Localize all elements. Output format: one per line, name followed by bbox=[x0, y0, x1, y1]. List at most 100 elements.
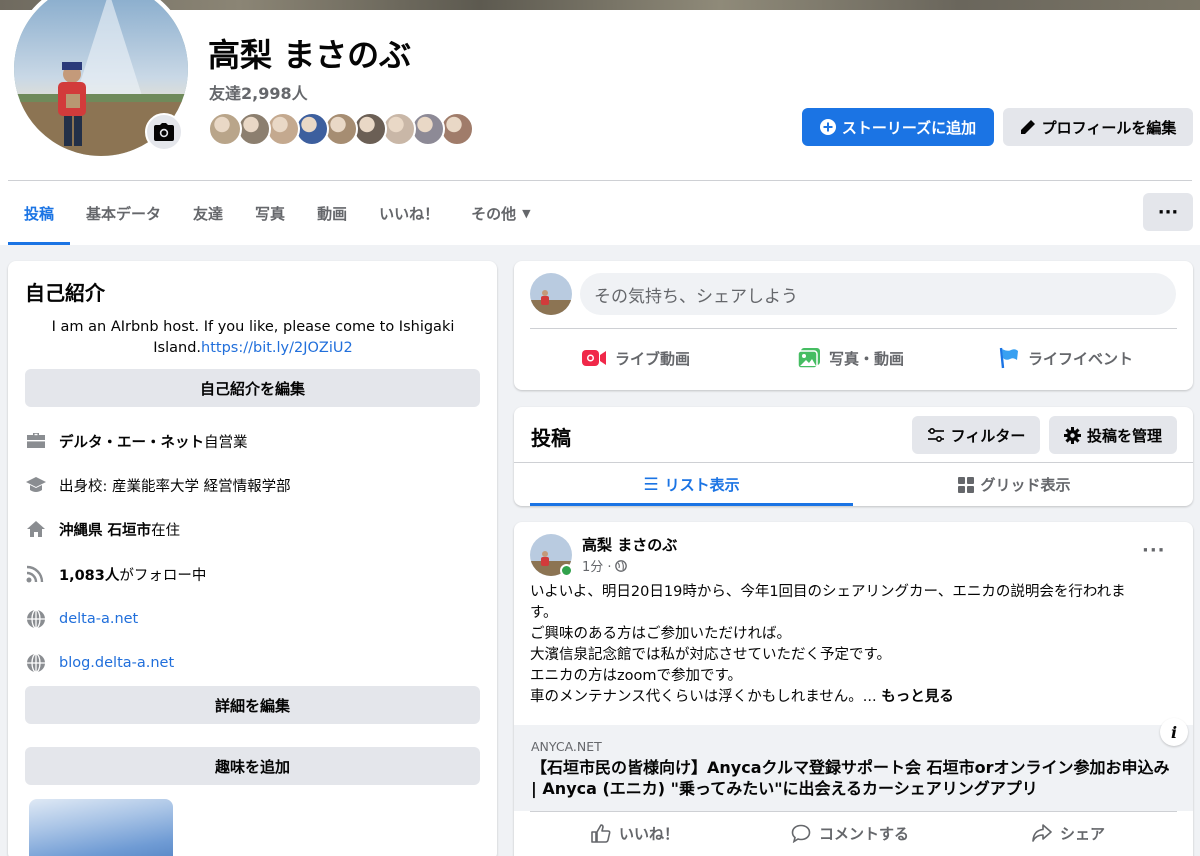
link-preview[interactable]: i ANYCA.NET 【石垣市民の皆様向け】Anycaクルマ登録サポート会 石… bbox=[514, 718, 1193, 811]
cover-photo[interactable] bbox=[0, 0, 1200, 10]
live-video-label: ライブ動画 bbox=[615, 349, 691, 368]
add-hobby-button[interactable]: 趣味を追加 bbox=[25, 747, 480, 785]
life-event-button[interactable]: ライフイベント bbox=[998, 341, 1133, 375]
bio-text: I am an AIrbnb host. If you like, please… bbox=[28, 317, 478, 359]
add-story-label: ストーリーズに追加 bbox=[841, 118, 977, 137]
followers-count[interactable]: 1,083人 bbox=[59, 564, 119, 585]
friend-count-link[interactable]: 友達2,998人 bbox=[209, 80, 308, 104]
work-name[interactable]: デルタ・エー・ネット bbox=[59, 431, 204, 452]
friend-avatar[interactable] bbox=[266, 112, 300, 146]
edit-details-button[interactable]: 詳細を編集 bbox=[25, 686, 480, 724]
info-website-1: delta-a.net bbox=[25, 607, 138, 631]
sliders-icon bbox=[927, 428, 944, 442]
posts-header-card: 投稿 フィルター 投稿を管理 ☰ リスト表示 グリッド表示 bbox=[514, 407, 1193, 506]
grid-icon bbox=[958, 476, 975, 493]
friend-avatar[interactable] bbox=[324, 112, 358, 146]
info-location: 沖縄県 石垣市 在住 bbox=[25, 517, 180, 541]
featured-photo[interactable] bbox=[29, 799, 173, 856]
location-name[interactable]: 沖縄県 石垣市 bbox=[59, 519, 151, 540]
post-actions-divider bbox=[530, 811, 1177, 812]
live-video-button[interactable]: ライブ動画 bbox=[581, 341, 690, 375]
composer-avatar[interactable] bbox=[530, 273, 572, 315]
friend-avatar[interactable] bbox=[411, 112, 445, 146]
friend-avatar[interactable] bbox=[208, 112, 242, 146]
post-time[interactable]: 1分 · bbox=[582, 556, 612, 575]
comment-button[interactable]: コメントする bbox=[791, 818, 909, 848]
grid-view-label: グリッド表示 bbox=[980, 476, 1071, 494]
edit-bio-button[interactable]: 自己紹介を編集 bbox=[25, 369, 480, 407]
tab-label: 基本データ bbox=[86, 204, 162, 223]
flag-icon bbox=[999, 347, 1018, 369]
update-profile-photo-button[interactable] bbox=[145, 113, 183, 151]
tab-about[interactable]: 基本データ bbox=[70, 181, 177, 245]
profile-tabs: 投稿 基本データ 友達 写真 動画 いいね！ その他 ▼ bbox=[8, 181, 547, 245]
post-line: いよいよ、明日20日19時から、今年1回目のシェアリングカー、エニカの説明会を行… bbox=[530, 584, 1126, 600]
website-link-2[interactable]: blog.delta-a.net bbox=[59, 655, 174, 671]
filter-button[interactable]: フィルター bbox=[912, 416, 1040, 454]
friend-avatar[interactable] bbox=[440, 112, 474, 146]
tab-label: その他 bbox=[471, 204, 517, 223]
bio-link[interactable]: https://bit.ly/2JOZiU2 bbox=[201, 340, 353, 356]
more-dots-icon: ··· bbox=[1157, 201, 1179, 223]
composer-divider bbox=[530, 328, 1177, 329]
comment-label: コメントする bbox=[819, 824, 910, 843]
share-button[interactable]: シェア bbox=[1032, 818, 1105, 848]
friend-avatar[interactable] bbox=[382, 112, 416, 146]
post-options-button[interactable]: ··· bbox=[1142, 540, 1166, 561]
friend-avatar[interactable] bbox=[353, 112, 387, 146]
friend-avatar[interactable] bbox=[295, 112, 329, 146]
manage-posts-button[interactable]: 投稿を管理 bbox=[1049, 416, 1177, 454]
globe-privacy-icon[interactable] bbox=[614, 559, 627, 572]
tab-label: 投稿 bbox=[24, 204, 55, 223]
post-meta: 1分 · bbox=[582, 556, 627, 575]
profile-more-options-button[interactable]: ··· bbox=[1143, 193, 1193, 231]
composer-input[interactable]: その気持ち、シェアしよう bbox=[580, 273, 1176, 315]
info-icon[interactable]: i bbox=[1160, 718, 1188, 746]
tab-label: 写真 bbox=[255, 204, 286, 223]
plus-circle-icon bbox=[819, 119, 836, 135]
add-hobby-label: 趣味を追加 bbox=[214, 757, 290, 776]
tab-videos[interactable]: 動画 bbox=[301, 181, 363, 245]
tab-label: 友達 bbox=[193, 204, 224, 223]
online-status-badge bbox=[560, 564, 573, 577]
grid-view-tab[interactable]: グリッド表示 bbox=[853, 463, 1176, 506]
website-link-1[interactable]: delta-a.net bbox=[59, 611, 138, 627]
globe-icon bbox=[25, 652, 47, 674]
edit-details-label: 詳細を編集 bbox=[214, 696, 290, 715]
followers-detail: がフォロー中 bbox=[119, 567, 207, 584]
camera-icon bbox=[154, 123, 174, 141]
live-video-icon bbox=[582, 350, 606, 366]
edit-profile-button[interactable]: プロフィールを編集 bbox=[1003, 108, 1193, 146]
tab-likes[interactable]: いいね！ bbox=[363, 181, 455, 245]
comment-icon bbox=[791, 824, 811, 843]
briefcase-icon bbox=[25, 430, 47, 452]
post-author-name[interactable]: 高梨 まさのぶ bbox=[582, 534, 677, 555]
profile-header: 高梨 まさのぶ 友達2,998人 ストーリーズに追加 プロフィールを編集 投稿 … bbox=[0, 0, 1200, 245]
post-line: エニカの方はzoomで参加です。 bbox=[530, 668, 743, 684]
tab-posts[interactable]: 投稿 bbox=[8, 181, 71, 245]
edit-profile-label: プロフィールを編集 bbox=[1041, 118, 1177, 137]
see-more-link[interactable]: もっと見る bbox=[881, 689, 954, 705]
add-story-button[interactable]: ストーリーズに追加 bbox=[802, 108, 994, 146]
friend-avatar[interactable] bbox=[237, 112, 271, 146]
list-view-tab[interactable]: ☰ リスト表示 bbox=[530, 463, 853, 506]
caret-down-icon: ▼ bbox=[522, 206, 531, 220]
list-view-label: リスト表示 bbox=[664, 476, 740, 494]
profile-name: 高梨 まさのぶ bbox=[208, 36, 412, 74]
manage-posts-label: 投稿を管理 bbox=[1086, 426, 1162, 445]
avatar-image bbox=[530, 273, 572, 315]
share-label: シェア bbox=[1060, 824, 1106, 843]
tab-friends[interactable]: 友達 bbox=[177, 181, 239, 245]
graduation-cap-icon bbox=[25, 474, 47, 496]
pencil-icon bbox=[1020, 120, 1035, 134]
like-button[interactable]: いいね！ bbox=[591, 818, 679, 848]
photo-video-button[interactable]: 写真・動画 bbox=[797, 341, 904, 375]
tab-more[interactable]: その他 ▼ bbox=[455, 181, 546, 245]
share-icon bbox=[1032, 824, 1052, 842]
link-title[interactable]: 【石垣市民の皆様向け】Anycaクルマ登録サポート会 石垣市orオンライン参加お… bbox=[531, 757, 1171, 799]
tab-photos[interactable]: 写真 bbox=[239, 181, 301, 245]
education-text: 出身校: 産業能率大学 経営情報学部 bbox=[59, 478, 291, 495]
link-domain: ANYCA.NET bbox=[531, 739, 602, 754]
post-composer: その気持ち、シェアしよう ライブ動画 写真・動画 ライフイベント bbox=[514, 261, 1193, 390]
photo-video-label: 写真・動画 bbox=[829, 349, 905, 368]
